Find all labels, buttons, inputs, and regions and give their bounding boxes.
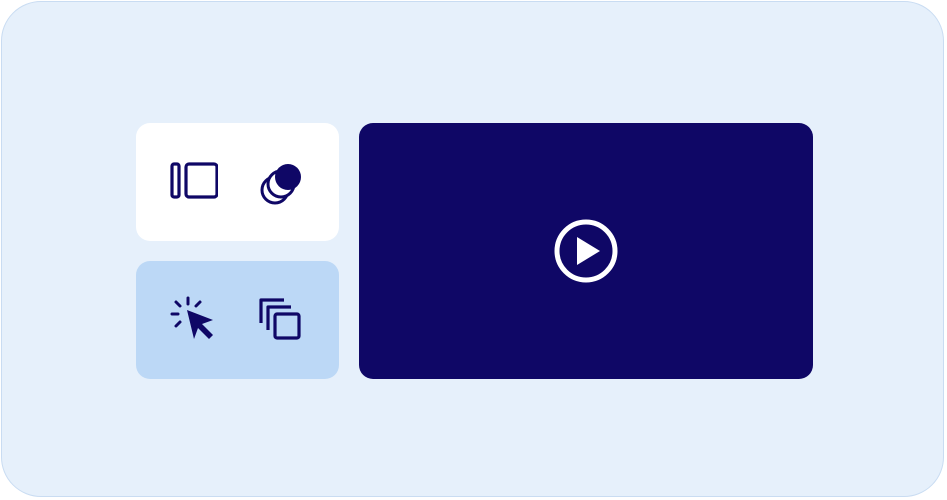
ui-frame — [1, 1, 944, 497]
copy-layers-icon[interactable] — [254, 293, 306, 345]
stacked-circles-icon[interactable] — [254, 156, 306, 208]
click-cursor-icon[interactable] — [169, 293, 221, 345]
sidebar-panel-icon[interactable] — [166, 156, 219, 208]
top-icon-card — [136, 123, 339, 241]
bottom-icon-card — [136, 261, 339, 379]
play-circle-icon[interactable] — [553, 218, 619, 284]
video-player[interactable] — [359, 123, 813, 379]
